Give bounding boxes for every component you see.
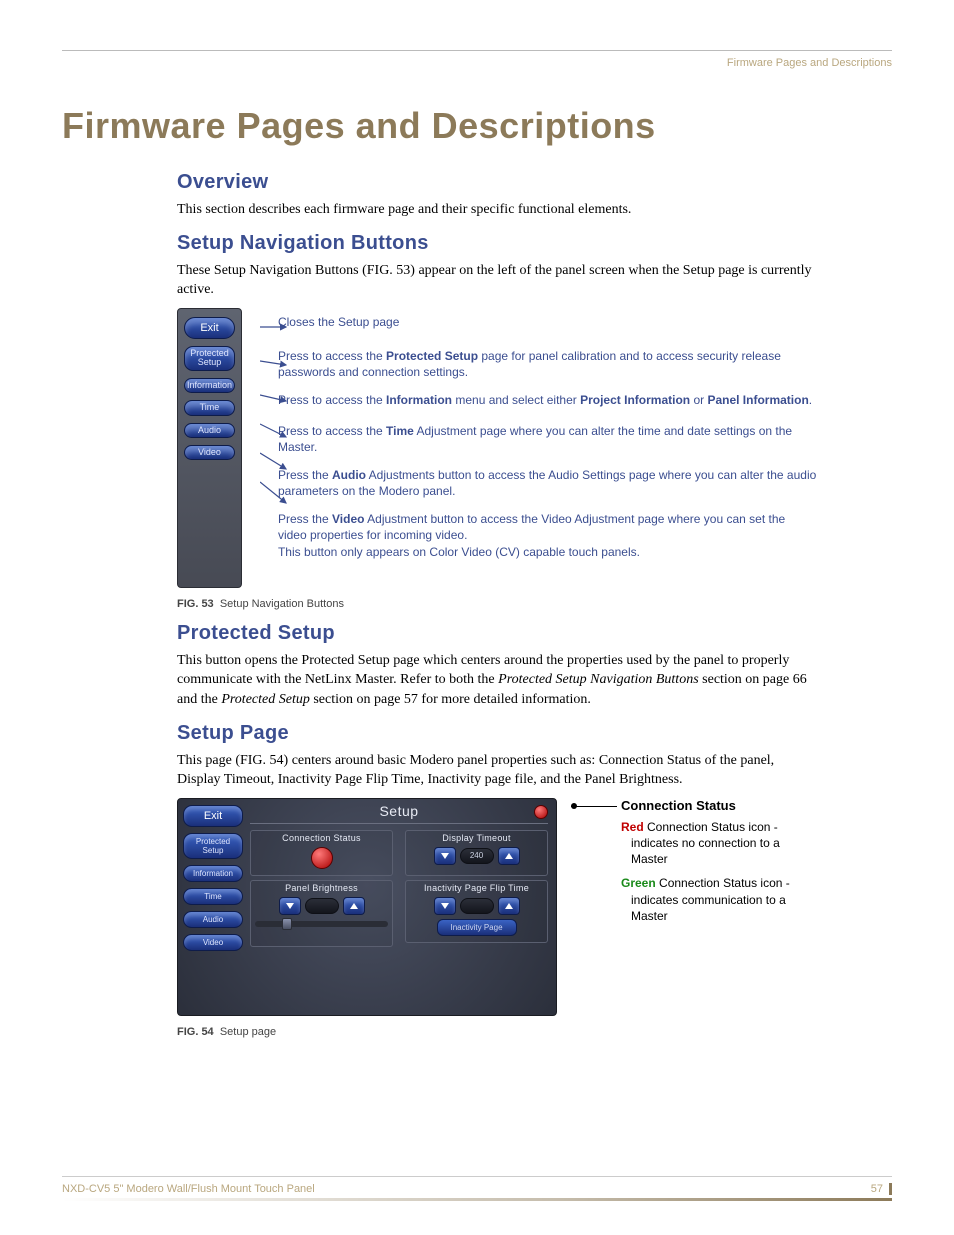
sp-group-inactivity: Inactivity Page Flip Time Inactivity Pag… bbox=[405, 880, 548, 943]
increase-button[interactable] bbox=[343, 897, 365, 915]
sp-audio-button[interactable]: Audio bbox=[183, 911, 243, 928]
sp-information-button[interactable]: Information bbox=[183, 865, 243, 882]
decrease-button[interactable] bbox=[434, 847, 456, 865]
desc-information: Press to access the Information menu and… bbox=[278, 392, 817, 408]
nav-exit-button[interactable]: Exit bbox=[184, 317, 235, 339]
footer-page-number: 57 bbox=[871, 1183, 892, 1195]
figure-53-caption: FIG. 53 Setup Navigation Buttons bbox=[177, 598, 817, 610]
content-column: Overview This section describes each fir… bbox=[177, 171, 817, 1038]
inactivity-value bbox=[460, 898, 494, 914]
sp-group-brightness: Panel Brightness bbox=[250, 880, 393, 947]
page-title: Firmware Pages and Descriptions bbox=[62, 105, 892, 147]
header-rule bbox=[62, 50, 892, 51]
nav-audio-button[interactable]: Audio bbox=[184, 423, 235, 438]
connection-status-icon bbox=[311, 847, 333, 869]
display-timeout-value: 240 bbox=[460, 848, 494, 864]
footer-product: NXD-CV5 5" Modero Wall/Flush Mount Touch… bbox=[62, 1183, 315, 1195]
section-protected-heading: Protected Setup bbox=[177, 622, 817, 645]
section-overview-body: This section describes each firmware pag… bbox=[177, 200, 817, 220]
sp-protected-button[interactable]: Protected Setup bbox=[183, 833, 243, 859]
desc-audio: Press the Audio Adjustments button to ac… bbox=[278, 467, 817, 499]
callout-title: Connection Status bbox=[621, 798, 791, 813]
callout-red: Red Connection Status icon - indicates n… bbox=[621, 819, 791, 868]
desc-video: Press the Video Adjustment button to acc… bbox=[278, 511, 817, 560]
title-status-icon bbox=[534, 805, 548, 819]
callout-dot-icon bbox=[571, 803, 577, 809]
callout-green: Green Connection Status icon - indicates… bbox=[621, 875, 791, 924]
sp-time-button[interactable]: Time bbox=[183, 888, 243, 905]
sp-video-button[interactable]: Video bbox=[183, 934, 243, 951]
sp-grid: Connection Status Display Timeout 240 bbox=[250, 830, 548, 947]
sp-main: Setup Connection Status Display Timeout … bbox=[248, 799, 556, 1015]
nav-video-button[interactable]: Video bbox=[184, 445, 235, 460]
nav-protected-line2: Setup bbox=[185, 358, 234, 367]
decrease-button[interactable] bbox=[279, 897, 301, 915]
nav-time-button[interactable]: Time bbox=[184, 400, 235, 415]
section-overview-heading: Overview bbox=[177, 171, 817, 194]
desc-time: Press to access the Time Adjustment page… bbox=[278, 423, 817, 455]
section-setuppage-body: This page (FIG. 54) centers around basic… bbox=[177, 751, 817, 790]
nav-information-button[interactable]: Information bbox=[184, 378, 235, 393]
sp-sidebar: Exit Protected Setup Information Time Au… bbox=[178, 799, 248, 1015]
section-setupnav-heading: Setup Navigation Buttons bbox=[177, 232, 817, 255]
sp-group-display-timeout: Display Timeout 240 bbox=[405, 830, 548, 876]
nav-descriptions: Closes the Setup page Press to access th… bbox=[278, 308, 817, 588]
brightness-value bbox=[305, 898, 339, 914]
figure-54: Exit Protected Setup Information Time Au… bbox=[177, 798, 817, 1016]
sp-title: Setup bbox=[250, 803, 548, 824]
page-footer: NXD-CV5 5" Modero Wall/Flush Mount Touch… bbox=[62, 1176, 892, 1195]
running-header: Firmware Pages and Descriptions bbox=[62, 57, 892, 69]
callout-arrows bbox=[260, 309, 290, 589]
inactivity-page-button[interactable]: Inactivity Page bbox=[437, 919, 517, 936]
desc-protected: Press to access the Protected Setup page… bbox=[278, 348, 817, 380]
section-setuppage-heading: Setup Page bbox=[177, 722, 817, 745]
page-content: Firmware Pages and Descriptions Firmware… bbox=[0, 0, 954, 1038]
section-protected-body: This button opens the Protected Setup pa… bbox=[177, 651, 817, 710]
footer-rule bbox=[62, 1198, 892, 1201]
slider-thumb-icon[interactable] bbox=[282, 918, 292, 930]
callout-line bbox=[571, 806, 617, 807]
sp-group-connection: Connection Status bbox=[250, 830, 393, 876]
figure-53: Exit Protected Setup Information Time Au… bbox=[177, 308, 817, 588]
decrease-button[interactable] bbox=[434, 897, 456, 915]
figure-54-caption: FIG. 54 Setup page bbox=[177, 1026, 817, 1038]
setup-panel-screenshot: Exit Protected Setup Information Time Au… bbox=[177, 798, 557, 1016]
nav-protected-setup-button[interactable]: Protected Setup bbox=[184, 346, 235, 371]
brightness-slider[interactable] bbox=[255, 921, 388, 927]
figure-54-callout: Connection Status Red Connection Status … bbox=[571, 798, 791, 932]
increase-button[interactable] bbox=[498, 897, 520, 915]
increase-button[interactable] bbox=[498, 847, 520, 865]
sp-exit-button[interactable]: Exit bbox=[183, 805, 243, 827]
desc-exit: Closes the Setup page bbox=[278, 314, 817, 330]
nav-panel: Exit Protected Setup Information Time Au… bbox=[177, 308, 242, 588]
section-setupnav-body: These Setup Navigation Buttons (FIG. 53)… bbox=[177, 261, 817, 300]
